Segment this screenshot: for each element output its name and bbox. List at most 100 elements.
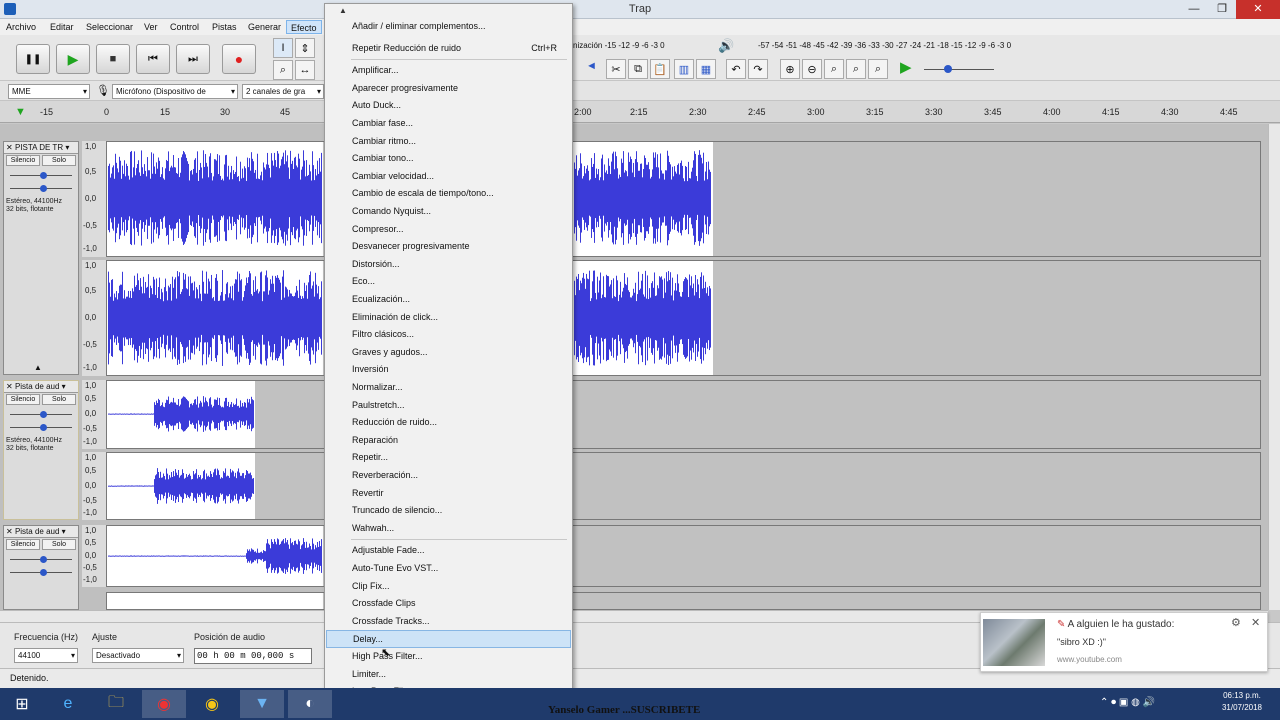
menu-item[interactable]: Cambiar velocidad... — [326, 168, 571, 186]
menu-item[interactable]: Eco... — [326, 273, 571, 291]
menu-item[interactable]: Añadir / eliminar complementos... — [326, 18, 571, 36]
undo-button[interactable]: ↶ — [726, 59, 746, 79]
fit-project-button[interactable]: ⌕ — [846, 59, 866, 79]
menu-item[interactable]: Normalizar... — [326, 379, 571, 397]
timeshift-tool[interactable]: ↔ — [295, 60, 315, 80]
menu-item[interactable]: Distorsión... — [326, 256, 571, 274]
menu-item[interactable]: Paulstretch... — [326, 397, 571, 415]
copy-button[interactable]: ⧉ — [628, 59, 648, 79]
cut-button[interactable]: ✂ — [606, 59, 626, 79]
skip-to-start-button[interactable]: ⏮ — [136, 44, 170, 74]
playback-meter-scale[interactable]: -57 -54 -51 -48 -45 -42 -39 -36 -33 -30 … — [758, 41, 1011, 50]
chrome-icon[interactable]: ◉ — [190, 690, 234, 718]
menu-item[interactable]: High Pass Filter... — [326, 648, 571, 666]
paste-button[interactable]: 📋 — [650, 59, 670, 79]
system-clock[interactable]: 06:13 p.m. 31/07/2018 — [1212, 690, 1272, 714]
play-speed-slider[interactable] — [924, 62, 994, 76]
menu-item[interactable]: Compresor... — [326, 221, 571, 239]
play-button[interactable]: ▶ — [56, 44, 90, 74]
menu-item[interactable]: Limiter... — [326, 666, 571, 684]
recording-device-select[interactable]: Micrófono (Dispositivo de — [112, 84, 238, 99]
track-name-menu[interactable]: ✕ Pista de aud ▾ — [4, 381, 78, 393]
audio-host-select[interactable]: MME — [8, 84, 90, 99]
menu-item[interactable]: Cambiar ritmo... — [326, 133, 571, 151]
gain-slider[interactable] — [10, 170, 72, 180]
menu-editar[interactable]: Editar — [46, 20, 78, 34]
track-control-panel[interactable]: ✕ Pista de aud ▾ Silencio Solo Estéreo, 4… — [3, 380, 79, 520]
menu-efecto[interactable]: Efecto — [286, 20, 322, 34]
menu-seleccionar[interactable]: Seleccionar — [82, 20, 137, 34]
menu-item[interactable]: Eliminación de click... — [326, 309, 571, 327]
menu-item[interactable]: Auto Duck... — [326, 97, 571, 115]
app-taskbar-icon[interactable]: ▼ — [240, 690, 284, 718]
track-name-menu[interactable]: ✕ Pista de aud ▾ — [4, 526, 78, 538]
maximize-button[interactable]: ❐ — [1208, 0, 1236, 19]
menu-item[interactable]: Filtro clásicos... — [326, 326, 571, 344]
record-button[interactable]: ● — [222, 44, 256, 74]
menu-item[interactable]: Repetir Reducción de ruido Ctrl+R — [326, 40, 571, 58]
track-name-menu[interactable]: ✕ PISTA DE TR ▾ — [4, 142, 78, 154]
menu-item[interactable]: Amplificar... — [326, 62, 571, 80]
menu-pistas[interactable]: Pistas — [208, 20, 241, 34]
windows-start-icon[interactable]: ⊞ — [0, 690, 44, 718]
mute-button[interactable]: Silencio — [6, 539, 40, 550]
pan-slider[interactable] — [10, 567, 72, 577]
zoom-toggle-button[interactable]: ⌕ — [868, 59, 888, 79]
audacity-taskbar-icon[interactable]: ◐ — [288, 690, 332, 718]
gain-slider[interactable] — [10, 409, 72, 419]
project-rate-select[interactable]: 44100 — [14, 648, 78, 663]
menu-scroll-up-icon[interactable]: ▲ — [339, 6, 347, 15]
menu-item[interactable]: Comando Nyquist... — [326, 203, 571, 221]
menu-item[interactable]: Clip Fix... — [326, 578, 571, 596]
zoom-in-button[interactable]: ⊕ — [780, 59, 800, 79]
menu-item[interactable]: Cambio de escala de tiempo/tono... — [326, 185, 571, 203]
solo-button[interactable]: Solo — [42, 155, 76, 166]
pause-button[interactable]: ❚❚ — [16, 44, 50, 74]
menu-item[interactable]: Cambiar tono... — [326, 150, 571, 168]
pan-slider[interactable] — [10, 422, 72, 432]
menu-item[interactable]: Wahwah... — [326, 520, 571, 538]
redo-button[interactable]: ↷ — [748, 59, 768, 79]
skip-to-end-button[interactable]: ⏭ — [176, 44, 210, 74]
menu-item[interactable]: Reparación — [326, 432, 571, 450]
track-control-panel[interactable]: ✕ PISTA DE TR ▾ Silencio Solo Estéreo, 44… — [3, 141, 79, 375]
menu-control[interactable]: Control — [166, 20, 203, 34]
pan-slider[interactable] — [10, 183, 72, 193]
fit-selection-button[interactable]: ⌕ — [824, 59, 844, 79]
menu-item[interactable]: Delay... — [326, 630, 571, 648]
menu-item[interactable]: Adjustable Fade... — [326, 542, 571, 560]
minimize-button[interactable]: — — [1180, 0, 1208, 19]
solo-button[interactable]: Solo — [42, 394, 76, 405]
channels-select[interactable]: 2 canales de gra — [242, 84, 324, 99]
menu-archivo[interactable]: Archivo — [2, 20, 40, 34]
collapse-arrow-icon[interactable]: ▲ — [34, 363, 42, 372]
play-at-speed-button[interactable]: ▶ — [900, 58, 912, 76]
solo-button[interactable]: Solo — [42, 539, 76, 550]
menu-item[interactable]: Inversión — [326, 361, 571, 379]
internet-explorer-icon[interactable]: e — [46, 690, 90, 718]
menu-item[interactable]: Desvanecer progresivamente — [326, 238, 571, 256]
menu-item[interactable]: Reverberación... — [326, 467, 571, 485]
zoom-tool[interactable]: ⌕ — [273, 60, 293, 80]
track-control-panel[interactable]: ✕ Pista de aud ▾ Silencio Solo — [3, 525, 79, 610]
mute-button[interactable]: Silencio — [6, 155, 40, 166]
file-explorer-icon[interactable]: 🗀 — [94, 690, 138, 718]
menu-item[interactable]: Ecualización... — [326, 291, 571, 309]
menu-item[interactable]: Crossfade Tracks... — [326, 613, 571, 631]
audio-position-field[interactable]: 00 h 00 m 00,000 s — [194, 648, 312, 664]
tray-icons[interactable]: ⌃ ⏺ ▣ ◍ 🔊 — [1100, 697, 1155, 708]
menu-item[interactable]: Repetir... — [326, 449, 571, 467]
menu-item[interactable]: Truncado de silencio... — [326, 502, 571, 520]
mute-button[interactable]: Silencio — [6, 394, 40, 405]
gain-slider[interactable] — [10, 554, 72, 564]
menu-item[interactable]: Revertir — [326, 485, 571, 503]
menu-item[interactable]: Aparecer progresivamente — [326, 80, 571, 98]
menu-item[interactable]: Graves y agudos... — [326, 344, 571, 362]
chrome-canary-icon[interactable]: ◉ — [142, 690, 186, 718]
recording-meter-scale[interactable]: nización -15 -12 -9 -6 -3 0 — [573, 41, 665, 50]
trim-button[interactable]: ▥ — [674, 59, 694, 79]
gear-icon[interactable]: ⚙ — [1231, 616, 1241, 629]
snap-select[interactable]: Desactivado — [92, 648, 184, 663]
menu-item[interactable]: Reducción de ruido... — [326, 414, 571, 432]
selection-tool[interactable]: I — [273, 38, 293, 58]
